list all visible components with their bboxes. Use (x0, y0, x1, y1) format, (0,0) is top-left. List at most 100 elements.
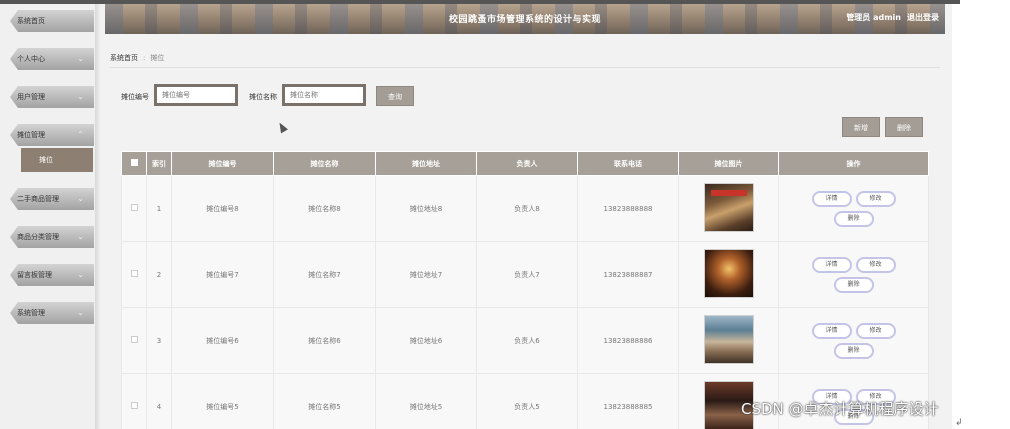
cursor-icon: ↲ (955, 418, 963, 428)
column-header: 联系电话 (577, 151, 679, 176)
stall-code-label: 摊位编号 (121, 93, 149, 101)
cell-actions: 详情 修改 删除 (778, 175, 929, 242)
cell-phone: 13823888885 (577, 373, 679, 429)
stall-code-input[interactable] (154, 84, 238, 106)
sidebar-divider (95, 4, 101, 429)
column-header: 摊位名称 (273, 151, 376, 176)
delete-button[interactable]: 删除 (833, 342, 874, 359)
chevron-down-icon: ⌄ (77, 54, 84, 63)
app-header: 校园跳蚤市场管理系统的设计与实现 管理员 admin 退出登录 (105, 4, 945, 34)
stall-photo (703, 315, 754, 364)
cell-address: 摊位地址6 (375, 307, 477, 374)
checkbox-icon[interactable] (130, 204, 138, 211)
cell-phone: 13823888887 (577, 241, 679, 308)
chevron-down-icon: ⌄ (77, 308, 84, 317)
breadcrumb-current: 摊位 (150, 54, 165, 62)
cell-name: 摊位名称6 (273, 307, 376, 374)
sidebar-item-profile[interactable]: 个人中心 ⌄ (10, 48, 94, 70)
stall-photo (703, 249, 754, 298)
sidebar-item-messages[interactable]: 留言板管理 ⌄ (10, 264, 94, 286)
sidebar-item-label: 系统管理 (17, 309, 45, 317)
checkbox-icon[interactable] (130, 402, 138, 409)
sidebar-item-stalls[interactable]: 摊位管理 ⌃ (10, 124, 94, 146)
cell-photo (678, 175, 779, 242)
add-button[interactable]: 新增 (842, 117, 880, 137)
stall-photo (703, 183, 754, 232)
breadcrumb: 系统首页: 摊位 (110, 53, 164, 63)
header-user-area: 管理员 admin 退出登录 (840, 12, 939, 23)
app-title: 校园跳蚤市场管理系统的设计与实现 (448, 15, 601, 25)
sidebar-item-label: 用户管理 (17, 93, 45, 101)
table-row: 1 摊位编号8 摊位名称8 摊位地址8 负责人8 13823888888 详情修… (121, 175, 929, 242)
cell-index: 4 (146, 373, 172, 429)
breadcrumb-separator: : (143, 54, 146, 62)
sidebar-subitem-stall[interactable]: 摊位 (21, 148, 93, 172)
logout-link[interactable]: 退出登录 (907, 13, 939, 22)
select-all-header[interactable] (121, 151, 147, 176)
sidebar-item-home[interactable]: 系统首页 (10, 10, 94, 32)
cell-actions: 详情 修改 删除 (778, 307, 929, 374)
sidebar-item-label: 商品分类管理 (17, 233, 59, 241)
cell-code: 摊位编号8 (171, 175, 274, 242)
cell-name: 摊位名称7 (273, 241, 376, 308)
edit-button[interactable]: 修改 (855, 322, 896, 339)
cell-code: 摊位编号6 (171, 307, 274, 374)
table-header-row: 索引 摊位编号 摊位名称 摊位地址 负责人 联系电话 摊位图片 操作 (121, 151, 929, 176)
query-button[interactable]: 查询 (376, 86, 414, 106)
row-select[interactable] (121, 373, 147, 429)
chevron-down-icon: ⌄ (77, 270, 84, 279)
breadcrumb-home[interactable]: 系统首页 (110, 54, 138, 62)
edit-button[interactable]: 修改 (855, 190, 896, 207)
column-header: 摊位地址 (375, 151, 477, 176)
watermark: CSDN @卓杰计算机程序设计 (741, 400, 939, 418)
detail-button[interactable]: 详情 (811, 322, 852, 339)
row-select[interactable] (121, 307, 147, 374)
chevron-up-icon: ⌃ (77, 130, 84, 139)
row-select[interactable] (121, 175, 147, 242)
sidebar-item-users[interactable]: 用户管理 ⌄ (10, 86, 94, 108)
cell-address: 摊位地址8 (375, 175, 477, 242)
cell-index: 1 (146, 175, 172, 242)
sidebar: 系统首页 个人中心 ⌄ 用户管理 ⌄ 摊位管理 ⌃ 二手商品管理 ⌄ 商品分类管理 ⌄ 留… (0, 4, 98, 429)
cell-address: 摊位地址7 (375, 241, 477, 308)
delete-button[interactable]: 删除 (833, 210, 874, 227)
cell-code: 摊位编号7 (171, 241, 274, 308)
photo-sign (710, 190, 747, 196)
cell-owner: 负责人5 (476, 373, 578, 429)
row-select[interactable] (121, 241, 147, 308)
column-header: 负责人 (476, 151, 578, 176)
cell-phone: 13823888888 (577, 175, 679, 242)
batch-delete-button[interactable]: 删除 (885, 117, 923, 137)
column-header: 索引 (146, 151, 172, 176)
checkbox-icon[interactable] (130, 270, 138, 277)
cell-owner: 负责人8 (476, 175, 578, 242)
column-header: 操作 (778, 151, 929, 176)
delete-button[interactable]: 删除 (833, 276, 874, 293)
detail-button[interactable]: 详情 (811, 190, 852, 207)
stall-name-label: 摊位名称 (249, 93, 277, 101)
cell-name: 摊位名称5 (273, 373, 376, 429)
checkbox-icon[interactable] (130, 336, 138, 343)
cell-owner: 负责人7 (476, 241, 578, 308)
stall-table: 索引 摊位编号 摊位名称 摊位地址 负责人 联系电话 摊位图片 操作 1 摊位编… (121, 151, 929, 429)
column-header: 摊位图片 (678, 151, 779, 176)
checkbox-icon[interactable] (130, 159, 138, 166)
table-row: 3 摊位编号6 摊位名称6 摊位地址6 负责人6 13823888886 详情修… (121, 307, 929, 374)
sidebar-item-label: 系统首页 (17, 17, 45, 25)
sidebar-item-label: 留言板管理 (17, 271, 52, 279)
cell-phone: 13823888886 (577, 307, 679, 374)
cell-actions: 详情 修改 删除 (778, 241, 929, 308)
chevron-down-icon: ⌄ (77, 92, 84, 101)
detail-button[interactable]: 详情 (811, 256, 852, 273)
chevron-down-icon: ⌄ (77, 232, 84, 241)
sidebar-item-secondhand[interactable]: 二手商品管理 ⌄ (10, 188, 94, 210)
edit-button[interactable]: 修改 (855, 256, 896, 273)
cell-code: 摊位编号5 (171, 373, 274, 429)
sidebar-item-categories[interactable]: 商品分类管理 ⌄ (10, 226, 94, 248)
stall-name-input[interactable] (282, 84, 366, 106)
sidebar-item-label: 二手商品管理 (17, 195, 59, 203)
divider (110, 67, 940, 68)
cell-name: 摊位名称8 (273, 175, 376, 242)
sidebar-item-system[interactable]: 系统管理 ⌄ (10, 302, 94, 324)
table-row: 2 摊位编号7 摊位名称7 摊位地址7 负责人7 13823888887 详情修… (121, 241, 929, 308)
